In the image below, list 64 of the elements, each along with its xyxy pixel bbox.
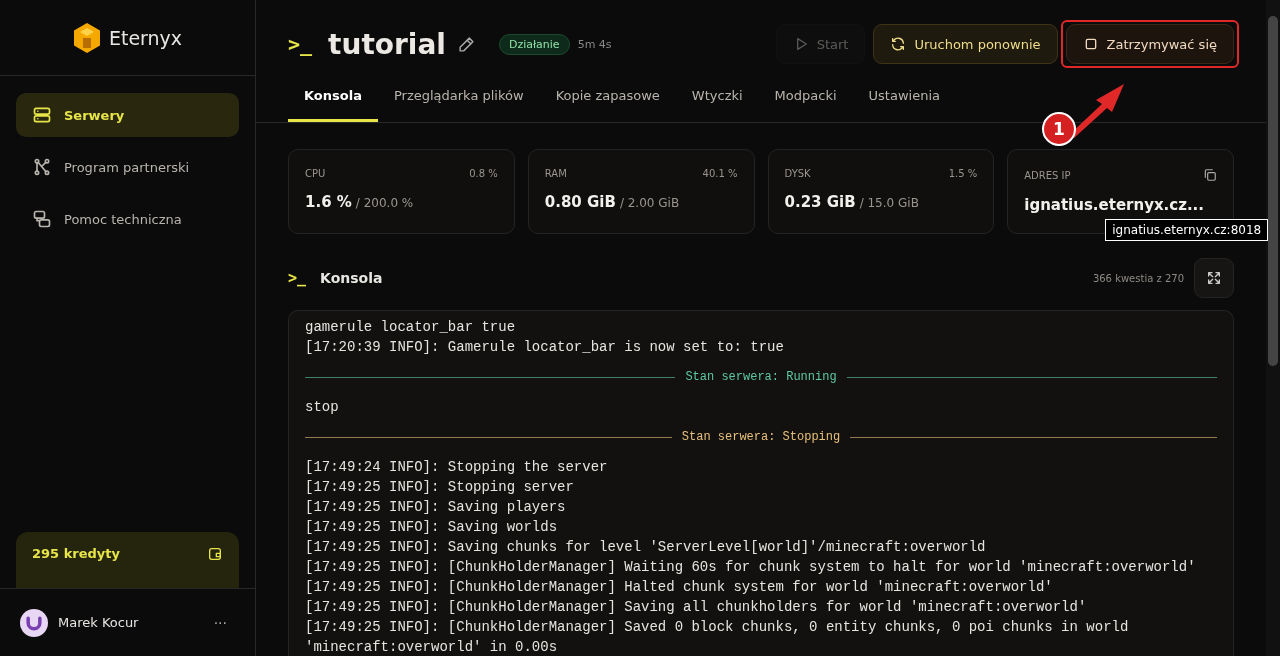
pencil-icon: [457, 35, 475, 53]
console-line: [17:49:25 INFO]: Saving chunks for level 'ServerLevel[world]'/minecraft:overworld: [305, 538, 987, 557]
nav-item[interactable]: Serwery: [16, 93, 239, 137]
more-button[interactable]: ···: [205, 614, 235, 631]
console-line: [17:20:39 INFO]: Gamerule locator_bar is now set to: true: [305, 338, 785, 357]
tab[interactable]: Kopie zapasowe: [539, 88, 676, 122]
console-line: [17:49:25 INFO]: [ChunkHolderManager] Waiting 60s for chunk system to halt for world 'minecraft:overworld': [305, 558, 1197, 577]
console-line: stop: [305, 398, 340, 417]
stat-limit: / 200.0 %: [355, 196, 414, 210]
console-line: [17:49:25 INFO]: [ChunkHolderManager] Halted chunk system for world 'minecraft:overworld': [305, 578, 1054, 597]
stat-value: 0.23 GiB: [784, 193, 856, 211]
stat-value: 0.80 GiB: [544, 193, 616, 211]
annotation-number: 1: [1042, 112, 1076, 146]
user-avatar-icon: [20, 608, 48, 637]
terminal-prompt: >_: [288, 269, 307, 287]
server-icon: [32, 105, 52, 125]
console-line: [17:49:25 INFO]: Saving worlds: [305, 518, 559, 537]
scroll-thumb[interactable]: [1268, 16, 1278, 366]
user-name: Marek Kocur: [58, 615, 140, 630]
restart-button[interactable]: Uruchom ponownie: [873, 24, 1058, 64]
server-title: tutorial: [328, 27, 446, 61]
status-divider-text: Stan serwera: Running: [685, 370, 837, 384]
stat-percent: 1.5 %: [948, 168, 978, 179]
console-line: [17:49:25 INFO]: Stopping server: [305, 478, 575, 497]
stat-percent: 40.1 %: [702, 168, 738, 179]
tab[interactable]: Ustawienia: [852, 88, 956, 122]
copy-icon: [1203, 168, 1217, 182]
refresh-icon: [890, 36, 907, 52]
fullscreen-button[interactable]: [1194, 258, 1234, 298]
console-line: [17:49:25 INFO]: [ChunkHolderManager] Saving all chunkholders for world 'minecraft:overworld': [305, 598, 1088, 617]
tab[interactable]: Wtyczki: [675, 88, 759, 122]
console-line: [17:49:25 INFO]: [ChunkHolderManager] Saved 0 block chunks, 0 entity chunks, 0 poi chunks in world 'minecraft:overworld' in 0.00s: [305, 618, 1130, 656]
chat-icon: [32, 209, 52, 229]
console-title: Konsola: [320, 270, 383, 286]
status-divider-text: Stan serwera: Stopping: [681, 430, 841, 444]
wallet-icon: [207, 546, 223, 562]
nav-item[interactable]: Pomoc techniczna: [16, 197, 239, 241]
hexagon-logo-icon: [72, 21, 101, 54]
address-label: ADRES IP: [1024, 169, 1071, 181]
stat-limit: / 15.0 GiB: [859, 196, 919, 210]
console-line: [17:49:25 INFO]: Saving players: [305, 498, 567, 517]
tab[interactable]: Przeglądarka plików: [377, 88, 540, 122]
scrollbar[interactable]: [1266, 0, 1280, 656]
terminal-prompt: >_: [288, 32, 313, 56]
stat-label: CPU: [305, 168, 326, 179]
tab[interactable]: Modpacki: [758, 88, 853, 122]
console-line: [17:49:24 INFO]: Stopping the server: [305, 458, 609, 477]
nav-item[interactable]: Program partnerski: [16, 145, 239, 189]
stat-limit: / 2.00 GiB: [619, 196, 680, 210]
stat-value: 1.6 %: [305, 193, 352, 211]
tab[interactable]: Konsola: [288, 88, 378, 122]
address-tooltip: ignatius.eternyx.cz:8018: [1105, 219, 1269, 241]
stat-label: DYSK: [784, 168, 811, 179]
expand-icon: [1206, 270, 1222, 286]
nodes-icon: [32, 157, 52, 177]
line-count: 366 kwestia z 270: [1092, 272, 1184, 284]
brand-name: Eternyx: [108, 26, 183, 49]
status-badge: Działanie: [498, 33, 570, 55]
stat-label: RAM: [544, 168, 567, 179]
uptime: 5m 4s: [577, 37, 612, 51]
server-address: ignatius.eternyx.cz...: [1024, 196, 1204, 214]
stat-percent: 0.8 %: [469, 168, 498, 179]
credits-amount: 295 kredyty: [32, 546, 120, 561]
console-line: gamerule locator_bar true: [305, 318, 517, 337]
